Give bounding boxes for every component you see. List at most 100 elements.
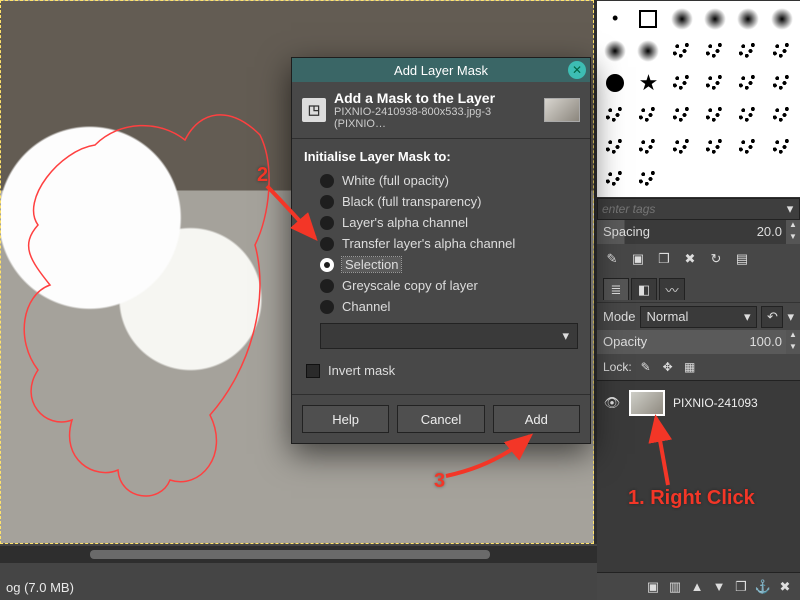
brush-cell[interactable] [666,99,698,130]
brush-cell[interactable] [766,99,798,130]
layer-thumbnail[interactable] [629,390,665,416]
brush-grid[interactable]: • [597,0,800,198]
brush-cell[interactable] [732,99,764,130]
layers-list[interactable]: 👁 PIXNIO-241093 [597,380,800,572]
delete-layer-icon[interactable]: ✖ [776,578,794,596]
invert-mask-checkbox[interactable]: Invert mask [304,359,578,390]
brush-cell[interactable]: • [599,3,631,34]
chevron-down-icon: ▾ [562,328,569,344]
brush-cell[interactable] [632,164,664,195]
duplicate-brush-icon[interactable]: ❐ [655,250,673,268]
brush-cell[interactable] [599,164,631,195]
visibility-eye-icon[interactable]: 👁 [603,395,621,411]
brush-cell[interactable] [766,3,798,34]
radio-channel[interactable]: Channel [304,296,578,317]
radio-white[interactable]: White (full opacity) [304,170,578,191]
brush-cell[interactable] [732,132,764,163]
brush-cell[interactable] [699,132,731,163]
new-layer-icon[interactable]: ▣ [644,578,662,596]
new-group-icon[interactable]: ▥ [666,578,684,596]
brush-cell[interactable] [699,3,731,34]
radio-black[interactable]: Black (full transparency) [304,191,578,212]
right-panel: • ▾ [597,0,800,600]
brush-cell[interactable] [699,99,731,130]
blend-mode-value: Normal [647,309,689,324]
panel-tabs: ≣ ◧ 〰 [597,274,800,302]
chevron-down-icon[interactable]: ▾ [787,309,794,325]
radio-label: Transfer layer's alpha channel [342,236,515,251]
duplicate-layer-icon[interactable]: ❐ [732,578,750,596]
tab-paths[interactable]: 〰 [659,278,685,300]
brush-cell[interactable] [766,132,798,163]
add-layer-mask-dialog: Add Layer Mask ✕ ◳ Add a Mask to the Lay… [291,57,591,444]
mode-revert-button[interactable]: ↶ [761,306,783,328]
layer-bottombar: ▣ ▥ ▲ ▼ ❐ ⚓ ✖ [597,572,800,600]
lock-position-icon[interactable]: ✥ [660,359,676,375]
brush-cell[interactable] [699,164,731,195]
cancel-button[interactable]: Cancel [397,405,484,433]
brush-cell[interactable] [732,35,764,66]
opacity-value[interactable]: 100.0 [736,330,786,354]
brush-cell[interactable] [599,67,631,98]
add-button[interactable]: Add [493,405,580,433]
brush-cell[interactable] [732,164,764,195]
dialog-heading: Add a Mask to the Layer [334,90,536,106]
lock-pixels-icon[interactable]: ✎ [638,359,654,375]
brush-cell[interactable] [632,99,664,130]
opacity-stepper[interactable]: ▲▼ [786,330,800,354]
tag-filter-input[interactable] [598,200,781,218]
brush-cell[interactable] [766,67,798,98]
radio-greyscale[interactable]: Greyscale copy of layer [304,275,578,296]
radio-label: White (full opacity) [342,173,449,188]
layer-name[interactable]: PIXNIO-241093 [673,396,758,410]
radio-label: Greyscale copy of layer [342,278,478,293]
brush-cell[interactable] [599,35,631,66]
open-brush-icon[interactable]: ▤ [733,250,751,268]
lock-alpha-icon[interactable]: ▦ [682,359,698,375]
brush-cell[interactable] [699,67,731,98]
anchor-layer-icon[interactable]: ⚓ [754,578,772,596]
new-brush-icon[interactable]: ▣ [629,250,647,268]
horizontal-scrollbar[interactable] [0,546,597,563]
brush-cell[interactable] [666,164,698,195]
close-icon[interactable]: ✕ [568,61,586,79]
brush-cell[interactable] [599,99,631,130]
radio-transfer-alpha[interactable]: Transfer layer's alpha channel [304,233,578,254]
radio-selection[interactable]: Selection [304,254,578,275]
help-button[interactable]: Help [302,405,389,433]
brush-cell[interactable] [599,132,631,163]
brush-cell[interactable] [632,67,664,98]
blend-mode-select[interactable]: Normal ▾ [640,306,758,328]
edit-brush-icon[interactable]: ✎ [603,250,621,268]
chevron-down-icon[interactable]: ▾ [781,201,799,217]
brush-cell[interactable] [632,132,664,163]
channel-select[interactable]: ▾ [320,323,578,349]
brush-cell[interactable] [699,35,731,66]
spacing-value[interactable]: 20.0 [734,220,786,244]
blend-mode-row: Mode Normal ▾ ↶ ▾ [597,302,800,330]
radio-alpha[interactable]: Layer's alpha channel [304,212,578,233]
dialog-titlebar[interactable]: Add Layer Mask ✕ [292,58,590,82]
brush-cell[interactable] [766,35,798,66]
layer-row[interactable]: 👁 PIXNIO-241093 [597,385,800,421]
mode-label: Mode [603,309,636,324]
lower-layer-icon[interactable]: ▼ [710,578,728,596]
dialog-buttons: Help Cancel Add [292,394,590,443]
brush-cell[interactable] [666,67,698,98]
brush-cell[interactable] [666,35,698,66]
tab-channels[interactable]: ◧ [631,278,657,300]
brush-cell[interactable] [732,67,764,98]
brush-cell[interactable] [632,35,664,66]
brush-cell[interactable] [632,3,664,34]
spacing-stepper[interactable]: ▲▼ [786,220,800,244]
refresh-brush-icon[interactable]: ↻ [707,250,725,268]
brush-cell[interactable] [666,132,698,163]
opacity-label: Opacity [597,330,736,354]
brush-cell[interactable] [666,3,698,34]
tab-layers[interactable]: ≣ [603,278,629,300]
brush-cell[interactable] [732,3,764,34]
raise-layer-icon[interactable]: ▲ [688,578,706,596]
brush-cell[interactable] [766,164,798,195]
delete-brush-icon[interactable]: ✖ [681,250,699,268]
radio-label: Layer's alpha channel [342,215,468,230]
